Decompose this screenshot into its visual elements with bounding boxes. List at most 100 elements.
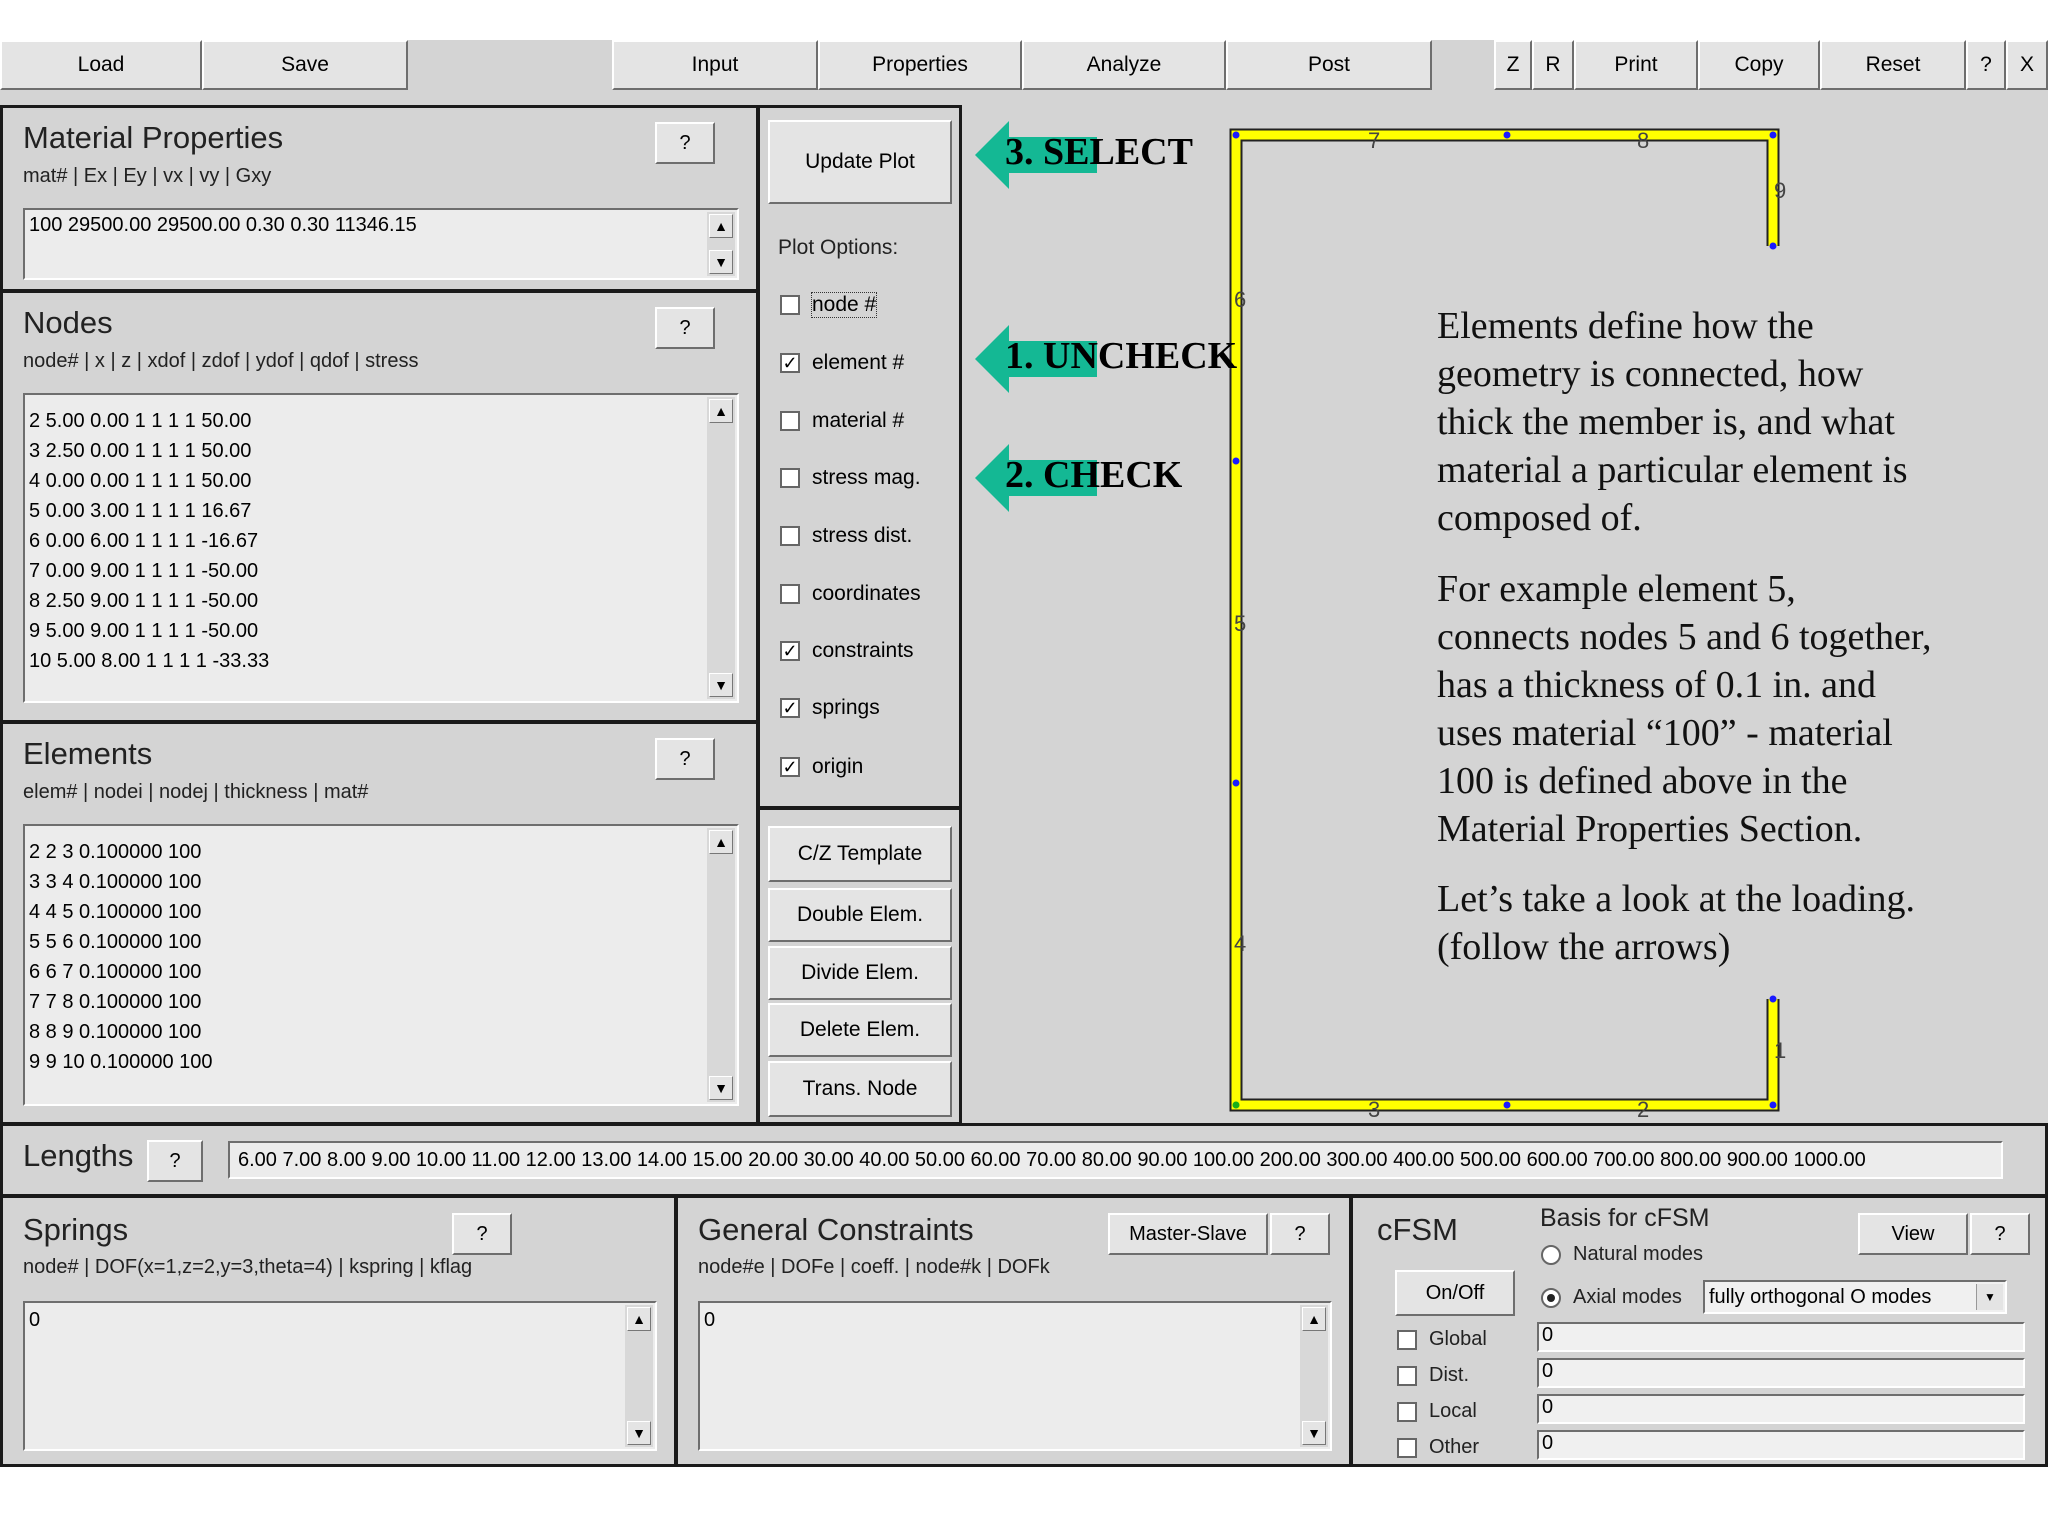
zoom-z-button[interactable]: Z xyxy=(1494,40,1532,90)
springs-textarea[interactable]: 0 ▲ ▼ xyxy=(23,1301,657,1451)
scroll-up-icon[interactable]: ▲ xyxy=(627,1307,651,1331)
scroll-down-icon[interactable]: ▼ xyxy=(627,1421,651,1445)
load-button[interactable]: Load xyxy=(0,40,202,90)
checkmark-icon[interactable]: ✓ xyxy=(780,353,800,373)
constraints-scrollbar[interactable]: ▲ ▼ xyxy=(1300,1305,1328,1447)
divide-elem-button[interactable]: Divide Elem. xyxy=(768,946,952,1000)
cz-template-button[interactable]: C/Z Template xyxy=(768,826,952,882)
callout-uncheck: 1. UNCHECK xyxy=(1005,335,1238,377)
cfsm-view-button[interactable]: View xyxy=(1858,1213,1968,1255)
axial-modes-radio[interactable]: Axial modes xyxy=(1541,1286,1682,1309)
natural-modes-radio[interactable]: Natural modes xyxy=(1541,1243,1703,1266)
constraints-textarea[interactable]: 0 ▲ ▼ xyxy=(698,1301,1332,1451)
option-stress-mag[interactable]: stress mag. xyxy=(780,466,921,490)
elements-textarea[interactable]: 2 2 3 0.100000 100 3 3 4 0.100000 100 4 … xyxy=(23,824,739,1106)
radio-icon[interactable] xyxy=(1541,1244,1561,1265)
copy-button[interactable]: Copy xyxy=(1698,40,1820,90)
lengths-help-button[interactable]: ? xyxy=(147,1140,203,1182)
option-element-number[interactable]: ✓ element # xyxy=(780,351,904,375)
chevron-down-icon[interactable]: ▼ xyxy=(1976,1284,2003,1310)
lengths-panel: Lengths ? 6.00 7.00 8.00 9.00 10.00 11.0… xyxy=(0,1123,2048,1197)
checkbox-icon[interactable] xyxy=(780,295,800,315)
springs-title: Springs xyxy=(23,1212,129,1247)
checkbox-icon[interactable] xyxy=(1397,1365,1417,1386)
close-button[interactable]: X xyxy=(2006,40,2048,90)
checkbox-icon[interactable] xyxy=(780,468,800,488)
elements-panel: Elements ? elem# | nodei | nodej | thick… xyxy=(0,721,759,1125)
cfsm-help-button[interactable]: ? xyxy=(1970,1213,2030,1255)
rotate-r-button[interactable]: R xyxy=(1532,40,1574,90)
reset-button[interactable]: Reset xyxy=(1820,40,1966,90)
scroll-up-icon[interactable]: ▲ xyxy=(709,214,733,238)
master-slave-button[interactable]: Master-Slave xyxy=(1108,1213,1268,1255)
double-elem-button[interactable]: Double Elem. xyxy=(768,888,952,942)
nodes-textarea[interactable]: 2 5.00 0.00 1 1 1 1 50.00 3 2.50 0.00 1 … xyxy=(23,393,739,703)
checkbox-icon[interactable] xyxy=(780,584,800,604)
checkbox-icon[interactable] xyxy=(780,411,800,431)
print-button[interactable]: Print xyxy=(1574,40,1698,90)
local-field[interactable]: 0 xyxy=(1537,1394,2025,1424)
global-checkbox[interactable]: Global xyxy=(1397,1328,1487,1351)
checkmark-icon[interactable]: ✓ xyxy=(780,698,800,718)
update-plot-button[interactable]: Update Plot xyxy=(768,120,952,204)
material-textarea[interactable]: 100 29500.00 29500.00 0.30 0.30 11346.15… xyxy=(23,208,739,280)
material-scrollbar[interactable]: ▲ ▼ xyxy=(707,212,735,276)
orthogonal-dropdown[interactable]: fully orthogonal O modes ▼ xyxy=(1703,1280,2007,1314)
dist-field[interactable]: 0 xyxy=(1537,1358,2025,1388)
springs-scrollbar[interactable]: ▲ ▼ xyxy=(625,1305,653,1447)
dist-checkbox[interactable]: Dist. xyxy=(1397,1364,1469,1387)
node-row: 2 5.00 0.00 1 1 1 1 50.00 xyxy=(29,410,252,432)
scroll-up-icon[interactable]: ▲ xyxy=(709,830,733,854)
note-paragraph-3: Let’s take a look at the loading. (follow… xyxy=(1437,878,1916,968)
save-button[interactable]: Save xyxy=(202,40,408,90)
radio-selected-icon[interactable] xyxy=(1541,1287,1561,1308)
checkmark-icon[interactable]: ✓ xyxy=(780,757,800,777)
other-checkbox[interactable]: Other xyxy=(1397,1436,1479,1459)
scroll-up-icon[interactable]: ▲ xyxy=(709,399,733,423)
option-springs[interactable]: ✓ springs xyxy=(780,696,880,720)
cfsm-onoff-button[interactable]: On/Off xyxy=(1395,1270,1515,1316)
material-row: 100 29500.00 29500.00 0.30 0.30 11346.15 xyxy=(29,214,417,236)
local-checkbox[interactable]: Local xyxy=(1397,1400,1477,1423)
element-label: 4 xyxy=(1234,931,1246,956)
checkmark-icon[interactable]: ✓ xyxy=(780,641,800,661)
checkbox-icon[interactable] xyxy=(1397,1401,1417,1422)
nodes-panel: Nodes ? node# | x | z | xdof | zdof | yd… xyxy=(0,290,759,723)
trans-node-button[interactable]: Trans. Node xyxy=(768,1061,952,1117)
global-field[interactable]: 0 xyxy=(1537,1322,2025,1352)
checkbox-icon[interactable] xyxy=(1397,1437,1417,1458)
scroll-down-icon[interactable]: ▼ xyxy=(1302,1421,1326,1445)
option-constraints[interactable]: ✓ constraints xyxy=(780,639,914,663)
scroll-down-icon[interactable]: ▼ xyxy=(709,1076,733,1100)
springs-value: 0 xyxy=(29,1309,41,1331)
checkbox-icon[interactable] xyxy=(780,526,800,546)
option-stress-dist[interactable]: stress dist. xyxy=(780,524,912,548)
constraints-panel: General Constraints Master-Slave ? node#… xyxy=(675,1195,1352,1467)
input-button[interactable]: Input xyxy=(612,40,818,90)
element-label: 2 xyxy=(1637,1097,1649,1121)
option-origin[interactable]: ✓ origin xyxy=(780,755,863,779)
other-field[interactable]: 0 xyxy=(1537,1430,2025,1460)
material-help-button[interactable]: ? xyxy=(655,122,715,164)
node-row: 6 0.00 6.00 1 1 1 1 -16.67 xyxy=(29,530,259,552)
elements-help-button[interactable]: ? xyxy=(655,738,715,780)
option-node-number[interactable]: node # xyxy=(780,292,878,318)
checkbox-icon[interactable] xyxy=(1397,1329,1417,1350)
nodes-scrollbar[interactable]: ▲ ▼ xyxy=(707,397,735,699)
properties-button[interactable]: Properties xyxy=(818,40,1022,90)
help-button[interactable]: ? xyxy=(1966,40,2006,90)
delete-elem-button[interactable]: Delete Elem. xyxy=(768,1003,952,1057)
elements-scrollbar[interactable]: ▲ ▼ xyxy=(707,828,735,1102)
nodes-help-button[interactable]: ? xyxy=(655,307,715,349)
scroll-down-icon[interactable]: ▼ xyxy=(709,250,733,274)
option-material-number[interactable]: material # xyxy=(780,409,904,433)
elements-title: Elements xyxy=(23,736,153,771)
scroll-up-icon[interactable]: ▲ xyxy=(1302,1307,1326,1331)
analyze-button[interactable]: Analyze xyxy=(1022,40,1226,90)
constraints-help-button[interactable]: ? xyxy=(1270,1213,1330,1255)
option-coordinates[interactable]: coordinates xyxy=(780,582,921,606)
springs-help-button[interactable]: ? xyxy=(452,1213,512,1255)
lengths-input[interactable]: 6.00 7.00 8.00 9.00 10.00 11.00 12.00 13… xyxy=(228,1141,2003,1179)
scroll-down-icon[interactable]: ▼ xyxy=(709,673,733,697)
post-button[interactable]: Post xyxy=(1226,40,1432,90)
